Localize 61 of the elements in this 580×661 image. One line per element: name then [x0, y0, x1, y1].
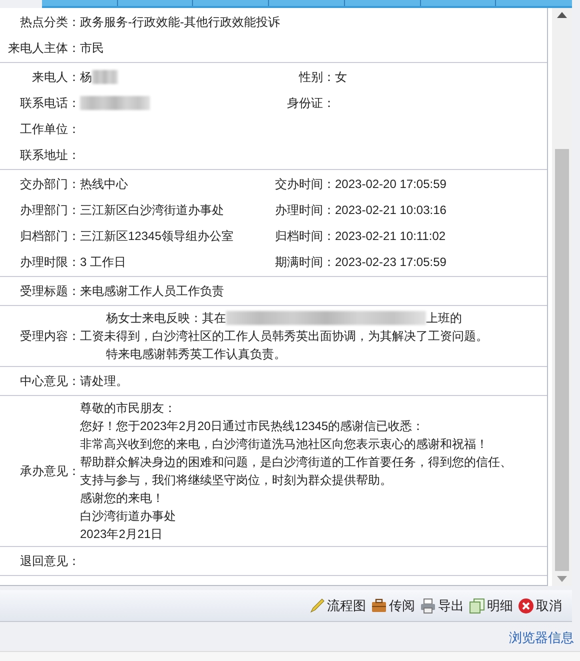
field-value: 女 — [335, 69, 347, 86]
browser-info-link[interactable]: 浏览器信息 — [509, 628, 574, 648]
field-value: 来电感谢工作人员工作负责 — [80, 283, 224, 300]
field-value: 政务服务-行政效能-其他行政效能投诉 — [80, 14, 280, 31]
field-value: 2023-02-21 10:11:02 — [335, 228, 446, 245]
field-label: 交办部门： — [19, 176, 80, 193]
action-button[interactable]: 流程图 — [309, 596, 366, 616]
field-value: 杨 — [80, 69, 92, 86]
cancel-icon — [518, 598, 534, 614]
field-value: 请处理。 — [80, 373, 128, 390]
scroll-down-icon — [557, 575, 567, 583]
text-line: 支持与参与，我们将继续坚守岗位，时刻为群众提供帮助。 — [80, 472, 392, 489]
field-label: 热点分类： — [19, 14, 80, 31]
field-value: 热线中心 — [80, 176, 128, 193]
briefcase-icon — [371, 598, 387, 614]
text-line: 上班的 — [426, 310, 462, 327]
field-label: 受理内容： — [19, 328, 80, 345]
field-value: 2023-02-20 17:05:59 — [335, 176, 446, 193]
text-line: 白沙湾街道办事处 — [80, 508, 176, 525]
text-line: 2023年2月21日 — [80, 526, 163, 543]
text-line: 帮助群众解决身边的困难和问题，是白沙湾街道的工作首要任务，得到您的信任、 — [80, 454, 512, 471]
field-label: 来电人主体： — [7, 40, 80, 57]
field-label: 办理部门： — [19, 202, 80, 219]
pages-icon — [469, 598, 485, 614]
field-value: 2023-02-21 10:03:16 — [335, 202, 446, 219]
field-label: 工作单位： — [19, 121, 80, 138]
text-line: 工资未得到，白沙湾社区的工作人员韩秀英出面协调，为其解决了工资问题。 — [80, 328, 488, 345]
text-line: 杨女士来电反映：其在 — [106, 310, 226, 327]
field-label: 归档时间： — [274, 228, 335, 245]
field-value: 3 工作日 — [80, 254, 126, 271]
field-label: 承办意见： — [19, 463, 80, 480]
field-label: 中心意见： — [19, 373, 80, 390]
printer-icon — [420, 598, 436, 614]
text-line: 非常高兴收到您的来电，白沙湾街道洗马池社区向您表示衷心的感谢和祝福！ — [80, 436, 488, 453]
scrollbar[interactable] — [552, 8, 572, 586]
field-label: 办理时限： — [19, 254, 80, 271]
field-label: 退回意见： — [19, 553, 80, 570]
scroll-up-icon — [557, 11, 567, 19]
field-value: 三江新区白沙湾街道办事处 — [80, 202, 224, 219]
text-line: 您好！您于2023年2月20日通过市民热线12345的感谢信已收悉： — [80, 418, 424, 435]
field-label: 身份证： — [286, 95, 335, 112]
field-label: 联系地址： — [19, 147, 80, 164]
field-label: 受理标题： — [19, 283, 80, 300]
field-label: 期满时间： — [274, 254, 335, 271]
field-label: 归档部门： — [19, 228, 80, 245]
field-value: 2023-02-23 17:05:59 — [335, 254, 446, 271]
field-label: 性别： — [298, 69, 335, 86]
field-value: 三江新区12345领导组办公室 — [80, 228, 234, 245]
text-line: 特来电感谢韩秀英工作认真负责。 — [106, 346, 286, 363]
field-label: 来电人： — [31, 69, 80, 86]
pencil-icon — [309, 598, 325, 614]
field-label: 联系电话： — [19, 95, 80, 112]
field-label: 办理时间： — [274, 202, 335, 219]
field-label: 交办时间： — [274, 176, 335, 193]
text-line: 尊敬的市民朋友： — [80, 400, 176, 417]
action-button[interactable]: 导出 — [420, 596, 464, 616]
field-value: 市民 — [80, 40, 104, 57]
action-button[interactable]: 明细 — [469, 596, 513, 616]
text-line: 感谢您的来电！ — [80, 490, 164, 507]
action-button[interactable]: 取消 — [518, 596, 562, 616]
action-button[interactable]: 传阅 — [371, 596, 415, 616]
